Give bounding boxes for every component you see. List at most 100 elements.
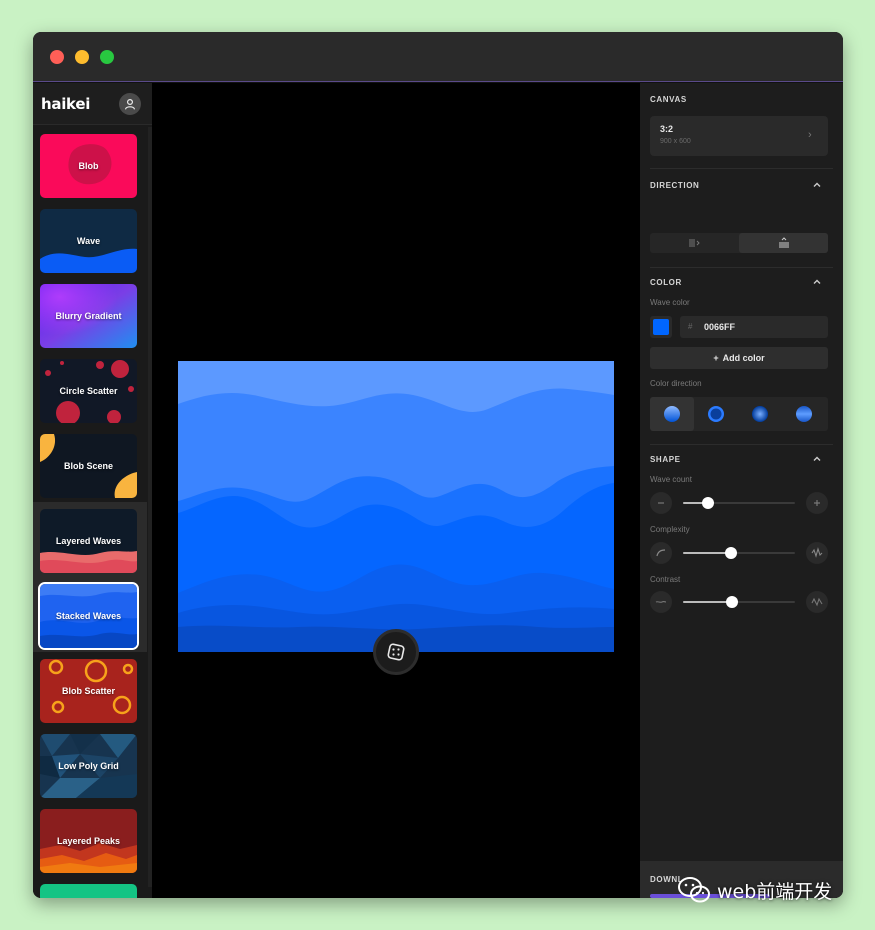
sidebar-header: haikei xyxy=(33,83,152,125)
color-direction-ring[interactable] xyxy=(694,397,738,431)
minus-icon xyxy=(658,502,664,504)
thumb-label: Blob Scatter xyxy=(61,686,115,696)
app-window: haikei Blob Wave Blurry Gradient Circle … xyxy=(33,32,843,898)
color-direction-vertical[interactable] xyxy=(650,397,694,431)
slider-knob[interactable] xyxy=(726,596,738,608)
vertical-bars-icon xyxy=(689,239,700,247)
high-wave-icon xyxy=(811,597,823,607)
canvas-size-selector[interactable]: 3:2 900 x 600 › xyxy=(650,116,828,156)
generator-blob-scene[interactable]: Blob Scene xyxy=(40,434,137,498)
wave-count-label: Wave count xyxy=(650,475,692,484)
divider xyxy=(650,168,833,169)
canvas-section-title: CANVAS xyxy=(650,95,687,104)
title-bar xyxy=(33,32,843,82)
canvas-dimensions: 900 x 600 xyxy=(660,138,691,145)
add-color-button[interactable]: + Add color xyxy=(650,347,828,369)
stacked-waves-preview xyxy=(178,361,614,652)
slider-knob[interactable] xyxy=(725,547,737,559)
complexity-control xyxy=(650,542,828,564)
color-swatch[interactable] xyxy=(650,316,672,338)
generator-layered-peaks[interactable]: Layered Peaks xyxy=(40,809,137,873)
generator-blob[interactable]: Blob xyxy=(40,134,137,198)
increase-button[interactable] xyxy=(806,492,828,514)
list-item: Blurry Gradient xyxy=(33,277,147,352)
canvas-ratio: 3:2 xyxy=(660,124,674,134)
list-item: Blob xyxy=(33,127,147,202)
generator-low-poly-grid[interactable]: Low Poly Grid xyxy=(40,734,137,798)
divider xyxy=(650,444,833,445)
stacked-waves-icon xyxy=(778,237,789,248)
less-contrast-button[interactable] xyxy=(650,591,672,613)
direction-toggle xyxy=(650,233,828,253)
settings-panel: CANVAS 3:2 900 x 600 › DIRECTION COLOR W… xyxy=(640,83,843,898)
direction-horizontal-button[interactable] xyxy=(739,233,828,253)
complexity-slider[interactable] xyxy=(683,547,795,559)
gradient-vertical-icon xyxy=(664,406,680,422)
color-direction-split[interactable] xyxy=(782,397,826,431)
user-icon xyxy=(124,98,136,110)
gradient-ring-icon xyxy=(708,406,724,422)
smooth-curve-icon xyxy=(656,549,666,557)
less-complex-button[interactable] xyxy=(650,542,672,564)
hash-icon: # xyxy=(688,322,693,331)
color-direction-options xyxy=(650,397,828,431)
contrast-control xyxy=(650,591,828,613)
generator-next-partial[interactable] xyxy=(40,884,137,898)
generator-circle-scatter[interactable]: Circle Scatter xyxy=(40,359,137,423)
decrease-button[interactable] xyxy=(650,492,672,514)
generator-stacked-waves[interactable]: Stacked Waves xyxy=(38,582,139,650)
list-item xyxy=(33,877,147,898)
thumb-label: Layered Peaks xyxy=(56,836,121,846)
zoom-window-button[interactable] xyxy=(100,50,114,64)
list-item: Layered Waves xyxy=(33,502,147,577)
color-section-title: COLOR xyxy=(650,278,682,287)
minimize-window-button[interactable] xyxy=(75,50,89,64)
canvas-area xyxy=(152,83,640,898)
hex-color-input[interactable]: # 0066FF xyxy=(680,316,828,338)
gradient-split-icon xyxy=(796,406,812,422)
contrast-slider[interactable] xyxy=(683,596,795,608)
direction-vertical-button[interactable] xyxy=(650,233,739,253)
list-item: Low Poly Grid xyxy=(33,727,147,802)
account-button[interactable] xyxy=(119,93,141,115)
dice-icon xyxy=(387,643,405,661)
generator-wave[interactable]: Wave xyxy=(40,209,137,273)
divider xyxy=(650,267,833,268)
list-item: Stacked Waves xyxy=(33,577,147,652)
thumb-label: Layered Waves xyxy=(55,536,122,546)
wave-count-slider[interactable] xyxy=(683,497,795,509)
list-item: Blob Scatter xyxy=(33,652,147,727)
swatch-fill xyxy=(653,319,669,335)
watermark-text: web前端开发 xyxy=(717,880,833,903)
haikei-logo: haikei xyxy=(41,95,91,113)
partial-thumbnail xyxy=(40,884,137,898)
thumb-label: Wave xyxy=(76,236,101,246)
slider-fill xyxy=(683,552,731,554)
complexity-label: Complexity xyxy=(650,525,690,534)
close-window-button[interactable] xyxy=(50,50,64,64)
list-item: Layered Peaks xyxy=(33,802,147,877)
thumb-label: Blob Scene xyxy=(63,461,113,471)
generator-sidebar: haikei Blob Wave Blurry Gradient Circle … xyxy=(33,83,152,898)
more-complex-button[interactable] xyxy=(806,542,828,564)
shape-section-title: SHAPE xyxy=(650,455,681,464)
chevron-up-icon[interactable] xyxy=(812,180,822,190)
wechat-watermark: web前端开发 xyxy=(677,875,832,905)
flat-wave-icon xyxy=(655,601,667,603)
more-contrast-button[interactable] xyxy=(806,591,828,613)
thumb-label: Low Poly Grid xyxy=(58,761,119,771)
slider-knob[interactable] xyxy=(702,497,714,509)
list-item: Circle Scatter xyxy=(33,352,147,427)
waves-artwork xyxy=(178,361,614,652)
thumb-label: Circle Scatter xyxy=(59,386,118,396)
generator-blurry-gradient[interactable]: Blurry Gradient xyxy=(40,284,137,348)
wave-count-control xyxy=(650,492,828,514)
chevron-up-icon[interactable] xyxy=(812,277,822,287)
color-direction-radial[interactable] xyxy=(738,397,782,431)
randomize-button[interactable] xyxy=(373,629,419,675)
generator-layered-waves[interactable]: Layered Waves xyxy=(40,509,137,573)
add-color-label: Add color xyxy=(722,353,765,363)
generator-blob-scatter[interactable]: Blob Scatter xyxy=(40,659,137,723)
thumb-label: Blob xyxy=(78,161,99,171)
chevron-up-icon[interactable] xyxy=(812,454,822,464)
